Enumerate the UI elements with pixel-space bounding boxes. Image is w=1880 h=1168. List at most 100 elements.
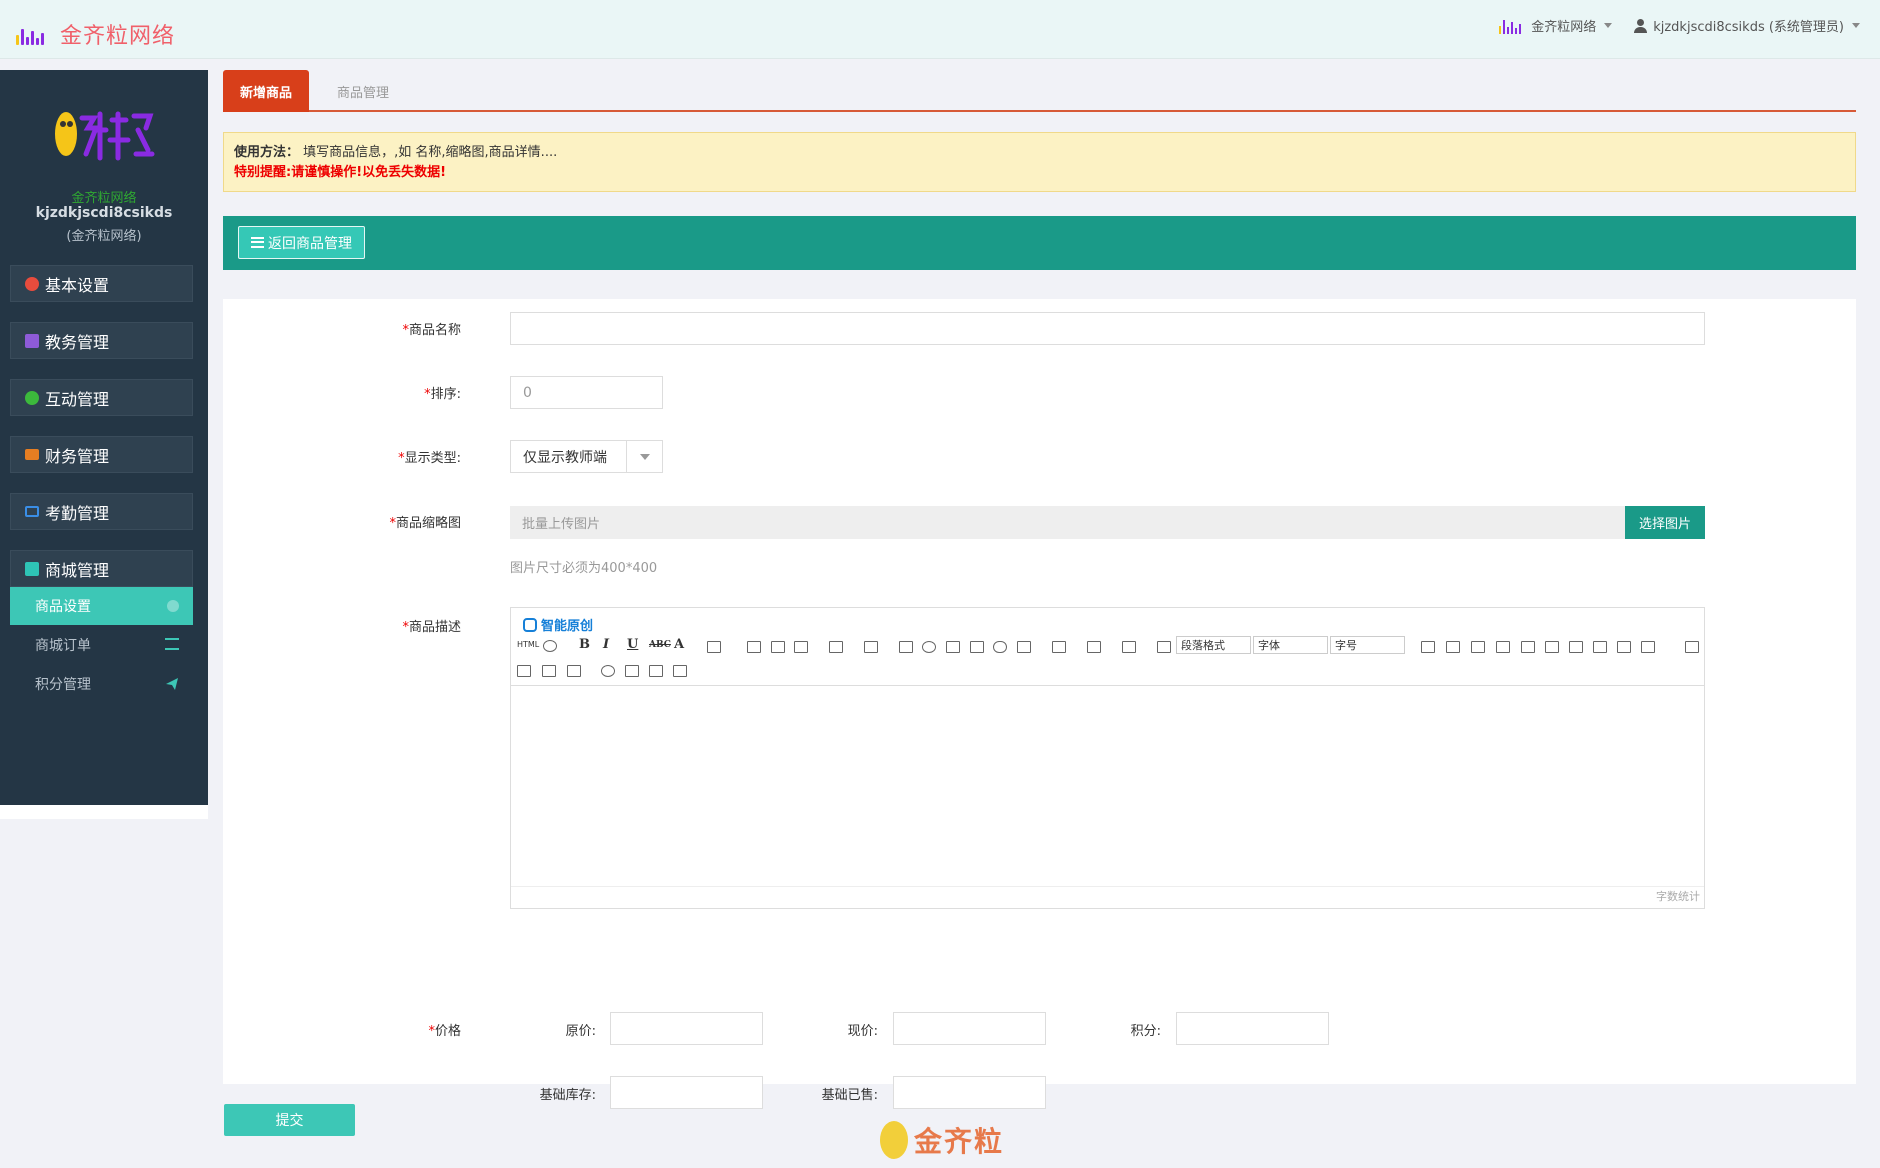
sidebar-item-interaction[interactable]: 互动管理 — [10, 379, 193, 416]
user-dropdown[interactable]: kjzdkjscdi8csikds (系统管理员) — [1634, 16, 1860, 35]
paragraph-format-select[interactable]: 段落格式 — [1176, 636, 1251, 654]
table-icon[interactable] — [1421, 641, 1435, 653]
ordered-list-icon[interactable] — [829, 641, 843, 653]
base-sold-input[interactable] — [893, 1076, 1046, 1109]
points-input[interactable] — [1176, 1012, 1329, 1045]
highlight-icon[interactable] — [707, 641, 721, 653]
bold-button[interactable]: B — [579, 637, 590, 652]
user-dropdown-label: kjzdkjscdi8csikds (系统管理员) — [1653, 20, 1844, 35]
sort-input[interactable]: 0 — [510, 376, 663, 409]
font-color-button[interactable]: A — [674, 637, 684, 652]
link-icon[interactable] — [993, 641, 1007, 653]
video-icon[interactable] — [970, 641, 984, 653]
notice-warning: 特别提醒:请谨慎操作!以免丢失数据! — [234, 165, 447, 180]
sidebar-item-label: 商城管理 — [45, 560, 110, 580]
product-name-input[interactable] — [510, 312, 1705, 345]
sidebar-logo — [55, 111, 155, 161]
sidebar-org-name: 金齐粒网络 — [71, 191, 137, 206]
unordered-list-icon[interactable] — [864, 641, 878, 653]
sidebar-item-academic[interactable]: 教务管理 — [10, 322, 193, 359]
sidebar: 金齐粒网络 kjzdkjscdi8csikds (金齐粒网络) 基本设置 教务管… — [0, 70, 208, 805]
html-source-button[interactable]: HTML — [517, 640, 539, 649]
submit-button[interactable]: 提交 — [224, 1104, 355, 1136]
merge-right-icon[interactable] — [517, 665, 531, 677]
merge-cells-icon[interactable] — [1545, 641, 1559, 653]
quote-icon[interactable] — [899, 641, 913, 653]
strikethrough-button[interactable]: ABC — [649, 640, 671, 650]
submenu-points[interactable]: 积分管理 — [10, 665, 193, 703]
smart-original-button[interactable]: 智能原创 — [523, 615, 593, 634]
line-height-icon[interactable] — [1122, 641, 1136, 653]
indent-icon[interactable] — [1157, 641, 1171, 653]
database-icon — [25, 333, 39, 348]
cell-props-icon[interactable] — [1617, 641, 1631, 653]
gear-icon — [25, 276, 39, 291]
main-content: 新增商品 商品管理 使用方法： 填写商品信息，,如 名称,缩略图,商品详情...… — [223, 70, 1856, 1109]
thumbnail-upload-field[interactable]: 批量上传图片 — [510, 506, 1627, 539]
print-icon[interactable] — [649, 665, 663, 677]
org-dropdown[interactable]: 金齐粒网络 — [1499, 16, 1613, 35]
insert-row-icon[interactable] — [1446, 641, 1460, 653]
sidebar-item-basic-settings[interactable]: 基本设置 — [10, 265, 193, 302]
submenu-label: 积分管理 — [35, 677, 91, 693]
align-right-icon[interactable] — [794, 641, 808, 653]
eraser-icon[interactable] — [1017, 641, 1031, 653]
tab-new-product[interactable]: 新增商品 — [223, 70, 309, 112]
paste-icon[interactable] — [673, 665, 687, 677]
split-cells-icon[interactable] — [1569, 641, 1583, 653]
back-to-product-management-button[interactable]: 返回商品管理 — [238, 226, 365, 259]
current-price-input[interactable] — [893, 1012, 1046, 1045]
sidebar-item-attendance[interactable]: 考勤管理 — [10, 493, 193, 530]
base-stock-input[interactable] — [610, 1076, 763, 1109]
fullscreen-icon[interactable] — [1685, 641, 1699, 653]
smart-original-icon — [523, 617, 537, 632]
italic-button[interactable]: I — [603, 637, 609, 652]
editor-content-area[interactable] — [511, 686, 1704, 886]
list-icon — [251, 237, 264, 248]
sidebar-item-label: 教务管理 — [45, 332, 110, 352]
row-spacing-icon[interactable] — [1052, 641, 1066, 653]
insert-column-icon[interactable] — [1471, 641, 1485, 653]
delete-column-icon[interactable] — [1521, 641, 1535, 653]
zoom-icon[interactable] — [543, 640, 557, 652]
emoji-icon[interactable] — [922, 641, 936, 653]
top-right-menu: 金齐粒网络 kjzdkjscdi8csikds (系统管理员) — [1477, 16, 1860, 35]
template-icon[interactable] — [625, 665, 639, 677]
user-icon — [1634, 18, 1648, 33]
align-left-icon[interactable] — [747, 641, 761, 653]
align-center-icon[interactable] — [771, 641, 785, 653]
display-type-select[interactable]: 仅显示教师端 — [510, 440, 663, 473]
editor-toolbar: 智能原创 HTML B I U ABC A 段落格式 字体 字号 — [511, 608, 1704, 686]
image-icon[interactable] — [946, 641, 960, 653]
font-size-select[interactable]: 字号 — [1330, 636, 1405, 654]
table-props-icon[interactable] — [1593, 641, 1607, 653]
delete-table-icon[interactable] — [1641, 641, 1655, 653]
font-family-select[interactable]: 字体 — [1253, 636, 1328, 654]
underline-button[interactable]: U — [627, 637, 638, 652]
split-row-icon[interactable] — [567, 665, 581, 677]
sidebar-item-label: 基本设置 — [45, 275, 110, 295]
rich-text-editor: 智能原创 HTML B I U ABC A 段落格式 字体 字号 字数统计 — [510, 607, 1705, 909]
merge-down-icon[interactable] — [542, 665, 556, 677]
submenu-label: 商城订单 — [35, 638, 91, 654]
brand-logo[interactable]: 金齐粒网络 — [16, 18, 175, 50]
word-count: 字数统计 — [511, 886, 1704, 908]
tab-product-management[interactable]: 商品管理 — [323, 70, 403, 112]
price-label: *价格 — [428, 1024, 461, 1039]
points-label: 积分: — [1130, 1024, 1161, 1039]
notice-text: 填写商品信息，,如 名称,缩略图,商品详情.... — [303, 145, 558, 160]
current-price-label: 现价: — [847, 1024, 878, 1039]
sidebar-item-label: 考勤管理 — [45, 503, 110, 523]
submenu-mall-orders[interactable]: 商城订单 — [10, 626, 193, 664]
sidebar-item-finance[interactable]: 财务管理 — [10, 436, 193, 473]
paragraph-spacing-icon[interactable] — [1087, 641, 1101, 653]
anchor-icon[interactable] — [601, 665, 615, 677]
delete-row-icon[interactable] — [1496, 641, 1510, 653]
usage-notice: 使用方法： 填写商品信息，,如 名称,缩略图,商品详情.... 特别提醒:请谨慎… — [223, 132, 1856, 192]
notice-line: 使用方法： 填写商品信息，,如 名称,缩略图,商品详情.... — [234, 143, 1845, 163]
submenu-product-settings[interactable]: 商品设置 — [10, 587, 193, 625]
original-price-input[interactable] — [610, 1012, 763, 1045]
sidebar-item-mall[interactable]: 商城管理 — [10, 550, 193, 587]
choose-image-button[interactable]: 选择图片 — [1625, 506, 1705, 539]
thumbnail-label: *商品缩略图 — [389, 516, 461, 531]
